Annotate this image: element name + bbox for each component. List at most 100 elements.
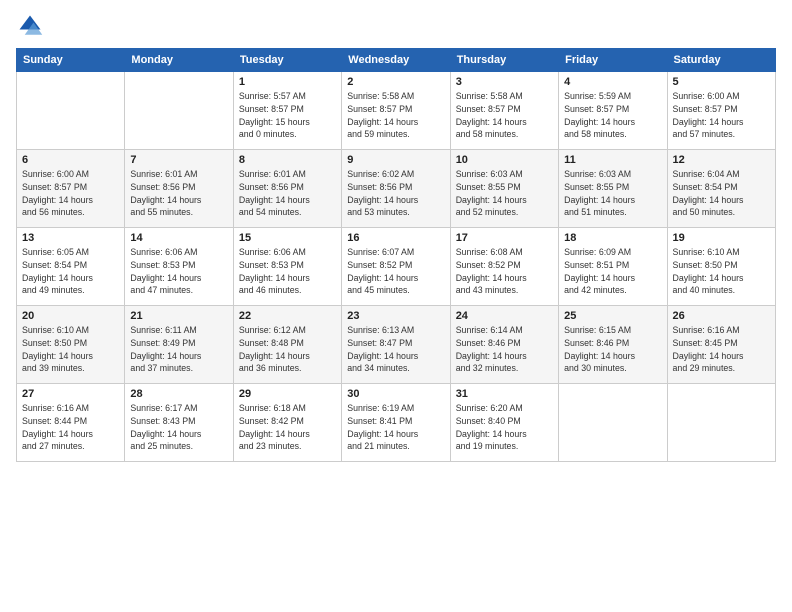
day-detail: Sunrise: 6:03 AM Sunset: 8:55 PM Dayligh…: [456, 168, 553, 219]
day-number: 22: [239, 310, 336, 322]
day-detail: Sunrise: 6:10 AM Sunset: 8:50 PM Dayligh…: [673, 246, 770, 297]
day-number: 13: [22, 232, 119, 244]
col-thursday: Thursday: [450, 49, 558, 72]
table-row: 5 Sunrise: 6:00 AM Sunset: 8:57 PM Daylig…: [667, 72, 775, 150]
table-row: 3 Sunrise: 5:58 AM Sunset: 8:57 PM Daylig…: [450, 72, 558, 150]
day-number: 14: [130, 232, 227, 244]
table-row: 31 Sunrise: 6:20 AM Sunset: 8:40 PM Dayli…: [450, 384, 558, 462]
day-detail: Sunrise: 6:16 AM Sunset: 8:45 PM Dayligh…: [673, 324, 770, 375]
table-row: [559, 384, 667, 462]
day-detail: Sunrise: 6:01 AM Sunset: 8:56 PM Dayligh…: [239, 168, 336, 219]
day-detail: Sunrise: 6:17 AM Sunset: 8:43 PM Dayligh…: [130, 402, 227, 453]
day-detail: Sunrise: 6:11 AM Sunset: 8:49 PM Dayligh…: [130, 324, 227, 375]
day-detail: Sunrise: 6:15 AM Sunset: 8:46 PM Dayligh…: [564, 324, 661, 375]
day-number: 5: [673, 76, 770, 88]
col-wednesday: Wednesday: [342, 49, 450, 72]
table-row: 21 Sunrise: 6:11 AM Sunset: 8:49 PM Dayli…: [125, 306, 233, 384]
day-detail: Sunrise: 6:02 AM Sunset: 8:56 PM Dayligh…: [347, 168, 444, 219]
logo: [16, 12, 48, 40]
day-detail: Sunrise: 6:06 AM Sunset: 8:53 PM Dayligh…: [239, 246, 336, 297]
table-row: 2 Sunrise: 5:58 AM Sunset: 8:57 PM Daylig…: [342, 72, 450, 150]
table-row: 25 Sunrise: 6:15 AM Sunset: 8:46 PM Dayli…: [559, 306, 667, 384]
table-row: 14 Sunrise: 6:06 AM Sunset: 8:53 PM Dayli…: [125, 228, 233, 306]
table-row: 20 Sunrise: 6:10 AM Sunset: 8:50 PM Dayli…: [17, 306, 125, 384]
col-tuesday: Tuesday: [233, 49, 341, 72]
day-detail: Sunrise: 6:10 AM Sunset: 8:50 PM Dayligh…: [22, 324, 119, 375]
day-number: 4: [564, 76, 661, 88]
day-detail: Sunrise: 6:19 AM Sunset: 8:41 PM Dayligh…: [347, 402, 444, 453]
table-row: 1 Sunrise: 5:57 AM Sunset: 8:57 PM Daylig…: [233, 72, 341, 150]
col-saturday: Saturday: [667, 49, 775, 72]
day-number: 9: [347, 154, 444, 166]
table-row: 13 Sunrise: 6:05 AM Sunset: 8:54 PM Dayli…: [17, 228, 125, 306]
day-number: 3: [456, 76, 553, 88]
table-row: 4 Sunrise: 5:59 AM Sunset: 8:57 PM Daylig…: [559, 72, 667, 150]
day-number: 15: [239, 232, 336, 244]
day-detail: Sunrise: 6:01 AM Sunset: 8:56 PM Dayligh…: [130, 168, 227, 219]
day-number: 12: [673, 154, 770, 166]
calendar-week-row: 6 Sunrise: 6:00 AM Sunset: 8:57 PM Daylig…: [17, 150, 776, 228]
day-detail: Sunrise: 6:00 AM Sunset: 8:57 PM Dayligh…: [22, 168, 119, 219]
day-detail: Sunrise: 6:18 AM Sunset: 8:42 PM Dayligh…: [239, 402, 336, 453]
day-number: 20: [22, 310, 119, 322]
day-detail: Sunrise: 6:03 AM Sunset: 8:55 PM Dayligh…: [564, 168, 661, 219]
day-detail: Sunrise: 5:59 AM Sunset: 8:57 PM Dayligh…: [564, 90, 661, 141]
day-detail: Sunrise: 6:16 AM Sunset: 8:44 PM Dayligh…: [22, 402, 119, 453]
day-detail: Sunrise: 6:13 AM Sunset: 8:47 PM Dayligh…: [347, 324, 444, 375]
day-detail: Sunrise: 6:05 AM Sunset: 8:54 PM Dayligh…: [22, 246, 119, 297]
day-detail: Sunrise: 6:14 AM Sunset: 8:46 PM Dayligh…: [456, 324, 553, 375]
table-row: 17Sunrise: 6:08 AM Sunset: 8:52 PM Dayli…: [450, 228, 558, 306]
table-row: 30Sunrise: 6:19 AM Sunset: 8:41 PM Dayli…: [342, 384, 450, 462]
day-number: 19: [673, 232, 770, 244]
table-row: 19 Sunrise: 6:10 AM Sunset: 8:50 PM Dayli…: [667, 228, 775, 306]
calendar-table: Sunday Monday Tuesday Wednesday Thursday…: [16, 48, 776, 462]
table-row: [125, 72, 233, 150]
table-row: 8Sunrise: 6:01 AM Sunset: 8:56 PM Daylig…: [233, 150, 341, 228]
day-number: 1: [239, 76, 336, 88]
day-number: 7: [130, 154, 227, 166]
page: Sunday Monday Tuesday Wednesday Thursday…: [0, 0, 792, 612]
day-detail: Sunrise: 6:04 AM Sunset: 8:54 PM Dayligh…: [673, 168, 770, 219]
day-number: 18: [564, 232, 661, 244]
table-row: 29 Sunrise: 6:18 AM Sunset: 8:42 PM Dayli…: [233, 384, 341, 462]
day-detail: Sunrise: 5:58 AM Sunset: 8:57 PM Dayligh…: [456, 90, 553, 141]
day-number: 2: [347, 76, 444, 88]
table-row: 10Sunrise: 6:03 AM Sunset: 8:55 PM Dayli…: [450, 150, 558, 228]
day-number: 27: [22, 388, 119, 400]
day-detail: Sunrise: 6:08 AM Sunset: 8:52 PM Dayligh…: [456, 246, 553, 297]
calendar-week-row: 20 Sunrise: 6:10 AM Sunset: 8:50 PM Dayli…: [17, 306, 776, 384]
header: [16, 12, 776, 40]
calendar-header-row: Sunday Monday Tuesday Wednesday Thursday…: [17, 49, 776, 72]
table-row: 6 Sunrise: 6:00 AM Sunset: 8:57 PM Daylig…: [17, 150, 125, 228]
col-monday: Monday: [125, 49, 233, 72]
day-detail: Sunrise: 6:09 AM Sunset: 8:51 PM Dayligh…: [564, 246, 661, 297]
table-row: 9 Sunrise: 6:02 AM Sunset: 8:56 PM Daylig…: [342, 150, 450, 228]
day-detail: Sunrise: 6:06 AM Sunset: 8:53 PM Dayligh…: [130, 246, 227, 297]
day-number: 31: [456, 388, 553, 400]
calendar-week-row: 27 Sunrise: 6:16 AM Sunset: 8:44 PM Dayli…: [17, 384, 776, 462]
table-row: 28 Sunrise: 6:17 AM Sunset: 8:43 PM Dayli…: [125, 384, 233, 462]
day-detail: Sunrise: 6:00 AM Sunset: 8:57 PM Dayligh…: [673, 90, 770, 141]
table-row: 23Sunrise: 6:13 AM Sunset: 8:47 PM Dayli…: [342, 306, 450, 384]
day-detail: Sunrise: 5:57 AM Sunset: 8:57 PM Dayligh…: [239, 90, 336, 141]
table-row: 16Sunrise: 6:07 AM Sunset: 8:52 PM Dayli…: [342, 228, 450, 306]
day-detail: Sunrise: 6:20 AM Sunset: 8:40 PM Dayligh…: [456, 402, 553, 453]
calendar-week-row: 13 Sunrise: 6:05 AM Sunset: 8:54 PM Dayli…: [17, 228, 776, 306]
day-number: 29: [239, 388, 336, 400]
table-row: [667, 384, 775, 462]
day-number: 21: [130, 310, 227, 322]
day-number: 25: [564, 310, 661, 322]
table-row: 26Sunrise: 6:16 AM Sunset: 8:45 PM Dayli…: [667, 306, 775, 384]
table-row: 24Sunrise: 6:14 AM Sunset: 8:46 PM Dayli…: [450, 306, 558, 384]
day-detail: Sunrise: 5:58 AM Sunset: 8:57 PM Dayligh…: [347, 90, 444, 141]
day-number: 28: [130, 388, 227, 400]
table-row: 12 Sunrise: 6:04 AM Sunset: 8:54 PM Dayli…: [667, 150, 775, 228]
table-row: [17, 72, 125, 150]
table-row: 22 Sunrise: 6:12 AM Sunset: 8:48 PM Dayli…: [233, 306, 341, 384]
col-friday: Friday: [559, 49, 667, 72]
day-number: 6: [22, 154, 119, 166]
day-detail: Sunrise: 6:12 AM Sunset: 8:48 PM Dayligh…: [239, 324, 336, 375]
day-number: 16: [347, 232, 444, 244]
col-sunday: Sunday: [17, 49, 125, 72]
table-row: 7 Sunrise: 6:01 AM Sunset: 8:56 PM Daylig…: [125, 150, 233, 228]
